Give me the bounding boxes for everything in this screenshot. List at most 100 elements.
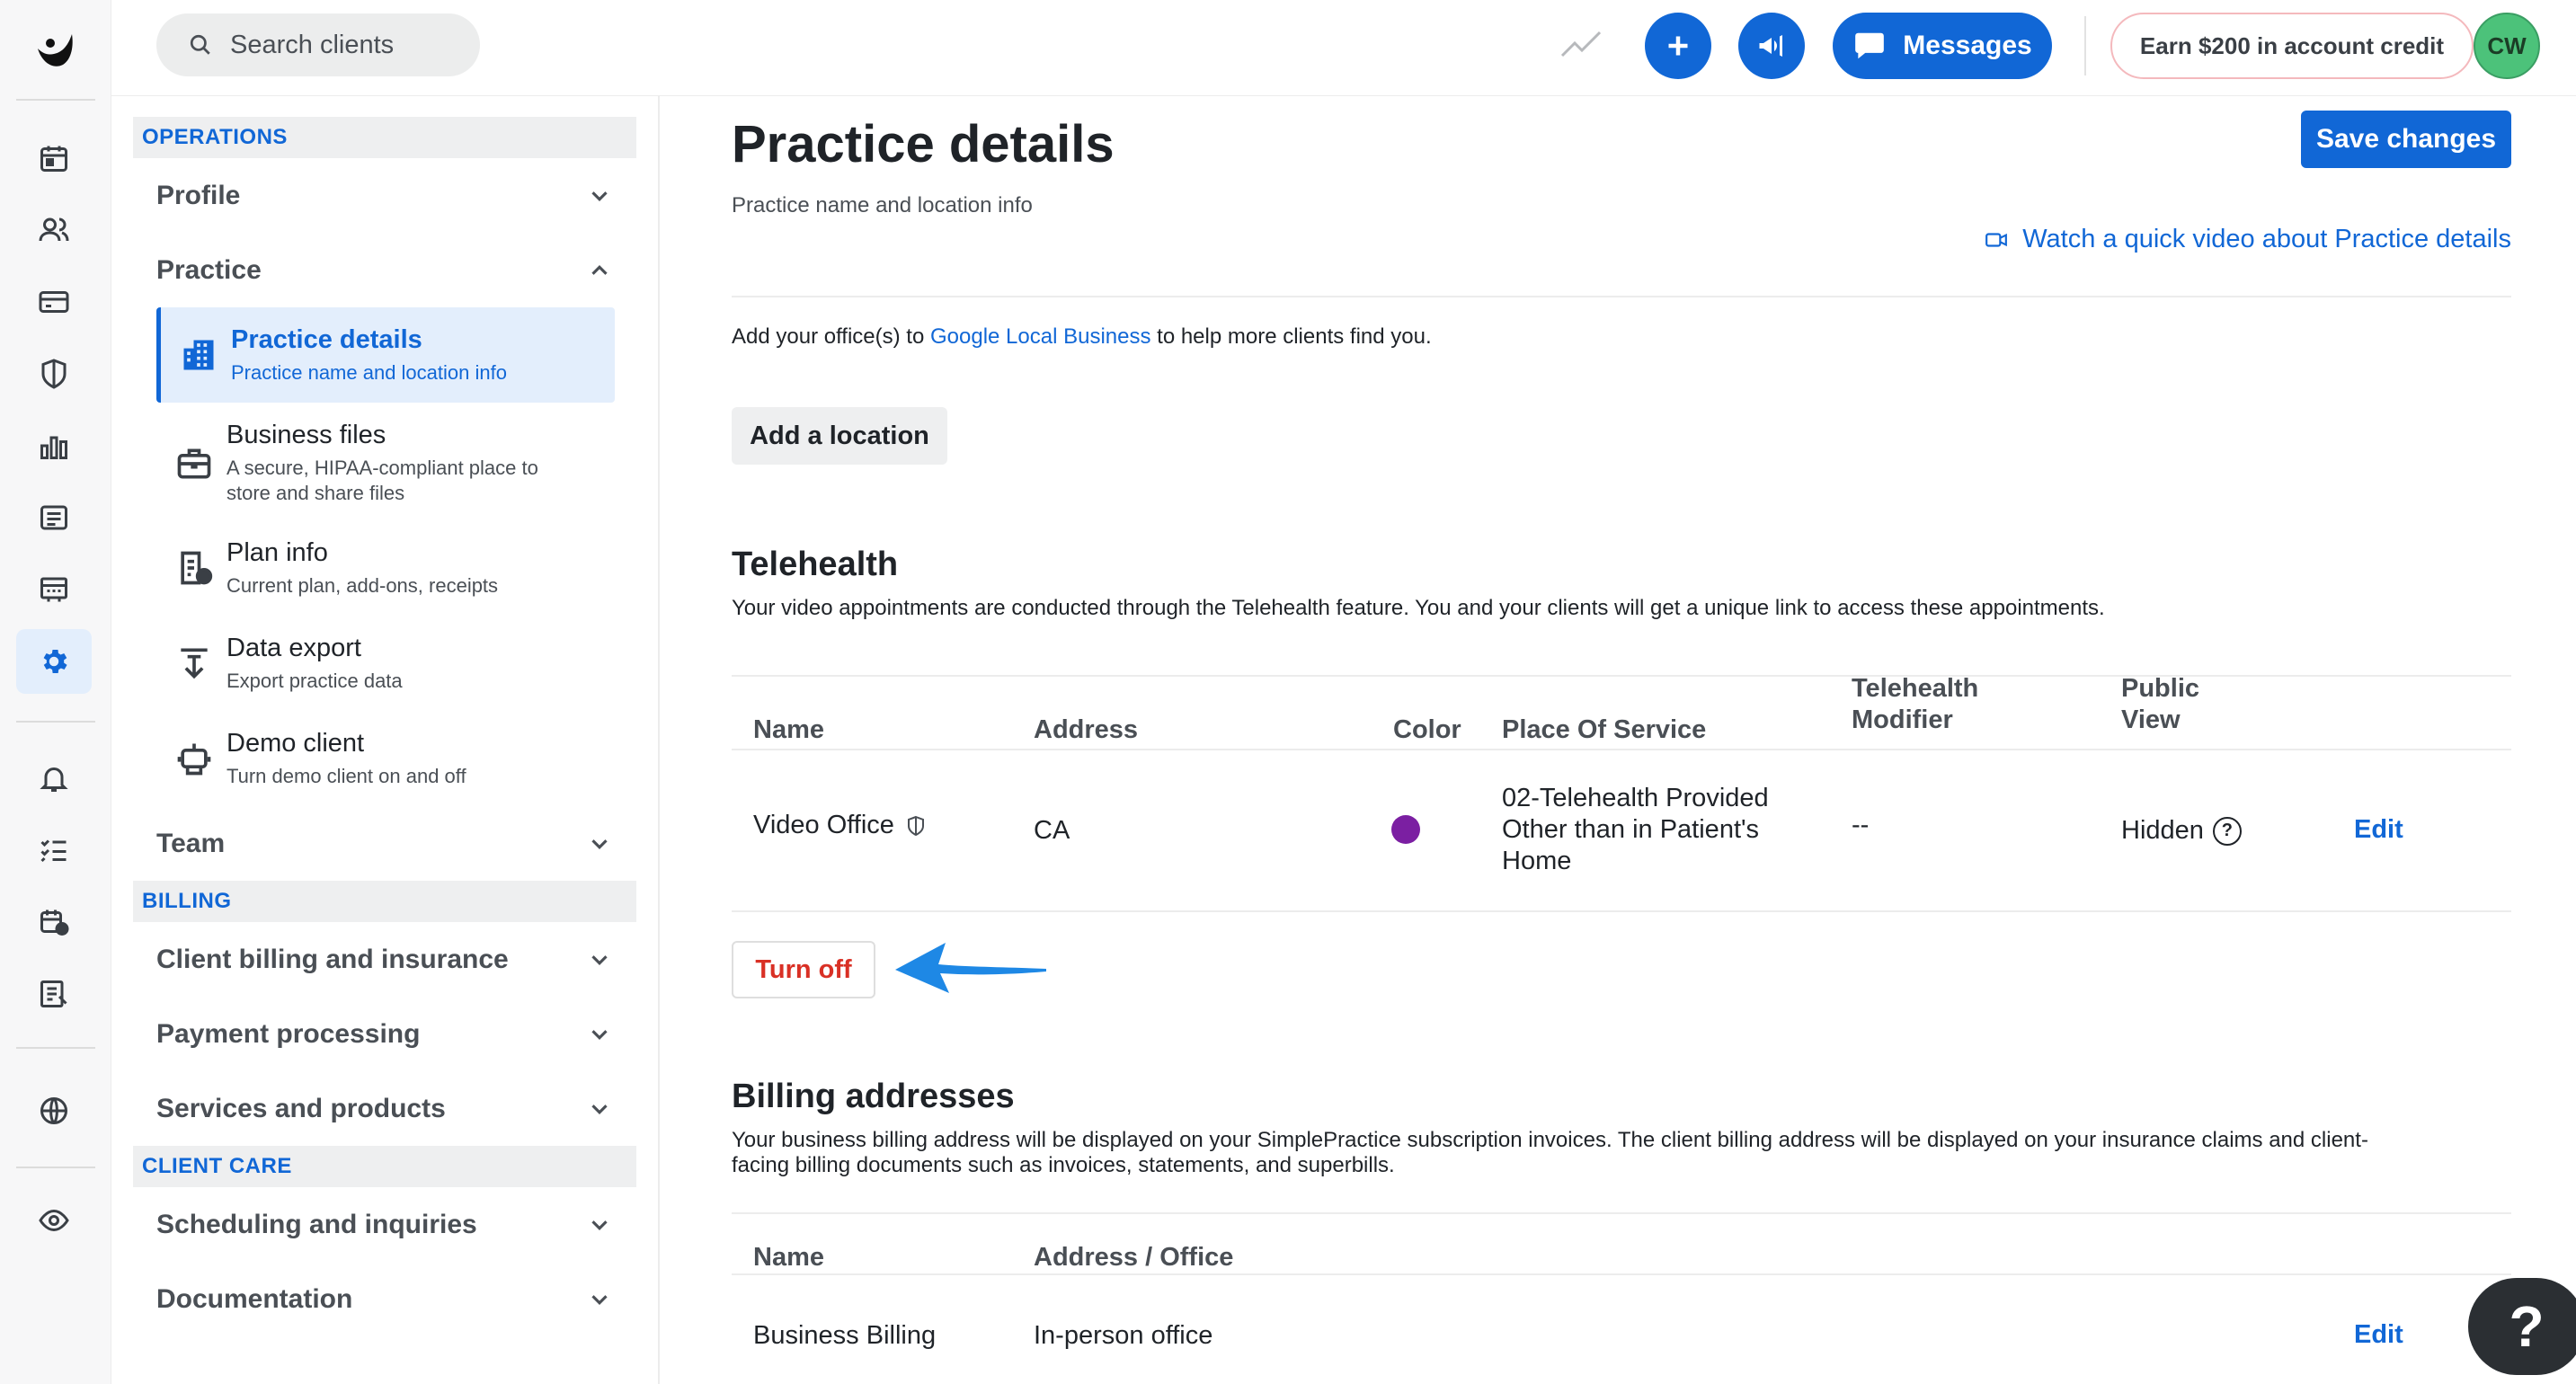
row-address: CA	[1034, 816, 1070, 845]
billing-title: Billing addresses	[732, 1078, 1015, 1115]
table-header-border	[732, 749, 2511, 750]
edit-telehealth-link[interactable]: Edit	[2354, 815, 2403, 845]
row-modifier: --	[1852, 811, 1870, 839]
tasks-checklist-icon[interactable]	[16, 818, 92, 883]
watch-video-link[interactable]: Watch a quick video about Practice detai…	[1985, 225, 2511, 254]
robot-icon	[177, 743, 211, 776]
requests-calendar-icon[interactable]	[16, 890, 92, 954]
nav-group-label: Client billing and insurance	[156, 944, 509, 974]
nav-item-desc: Export practice data	[227, 669, 403, 692]
briefcase-icon	[177, 448, 211, 478]
nav-item-title: Practice details	[231, 324, 422, 354]
create-new-button[interactable]	[1645, 13, 1711, 79]
icon-rail	[0, 0, 111, 1384]
chat-bubble-icon	[1855, 32, 1885, 59]
chevron-down-icon	[591, 838, 608, 849]
color-swatch	[1391, 815, 1420, 844]
video-camera-icon	[1985, 232, 2008, 247]
help-chat-button[interactable]: ?	[2468, 1278, 2576, 1375]
chevron-down-icon	[591, 954, 608, 965]
divider	[732, 296, 2511, 297]
nav-group-scheduling[interactable]: Scheduling and inquiries	[133, 1187, 636, 1262]
google-local-business-link[interactable]: Google Local Business	[930, 324, 1150, 349]
nav-group-client-billing[interactable]: Client billing and insurance	[133, 922, 636, 997]
telehealth-desc: Your video appointments are conducted th…	[732, 596, 2105, 620]
nav-group-label: Team	[156, 828, 226, 858]
notifications-bell-icon[interactable]	[16, 746, 92, 811]
building-icon	[183, 340, 214, 370]
row-name-cell: Video Office	[753, 810, 927, 841]
pointer-arrow-icon	[895, 943, 1046, 993]
announcements-button[interactable]	[1738, 13, 1805, 79]
google-local-text: Add your office(s) to Google Local Busin…	[732, 324, 1432, 350]
section-head-client-care: CLIENT CARE	[133, 1146, 636, 1187]
reports-icon[interactable]	[16, 962, 92, 1026]
marketplace-icon[interactable]	[16, 557, 92, 622]
chevron-down-icon	[591, 1220, 608, 1230]
page-title: Practice details	[732, 115, 1115, 173]
google-suffix: to help more clients find you.	[1150, 324, 1432, 349]
messages-button[interactable]: Messages	[1833, 13, 2052, 79]
nav-item-practice-details[interactable]: Practice details Practice name and locat…	[156, 307, 615, 403]
nav-group-services-products[interactable]: Services and products	[133, 1071, 636, 1146]
rail-divider	[16, 99, 95, 101]
topbar-divider	[2084, 16, 2086, 75]
globe-icon[interactable]	[16, 1078, 92, 1143]
list-icon[interactable]	[16, 485, 92, 550]
calendar-icon[interactable]	[16, 126, 92, 191]
nav-item-desc: A secure, HIPAA-compliant place to store…	[227, 457, 538, 504]
nav-item-plan-info[interactable]: Plan info Current plan, add-ons, receipt…	[156, 520, 615, 616]
trending-icon[interactable]	[1560, 25, 1603, 61]
section-head-operations: OPERATIONS	[133, 117, 636, 158]
search-placeholder: Search clients	[230, 30, 395, 59]
nav-group-team[interactable]: Team	[133, 806, 636, 881]
col-header-public-view: Public View	[2121, 673, 2199, 736]
eye-icon[interactable]	[16, 1188, 92, 1253]
nav-item-demo-client[interactable]: Demo client Turn demo client on and off	[156, 711, 615, 806]
save-changes-button[interactable]: Save changes	[2301, 111, 2511, 168]
user-avatar[interactable]: CW	[2474, 13, 2540, 79]
rail-divider	[16, 1047, 95, 1049]
billing-desc: Your business billing address will be di…	[732, 1128, 2493, 1178]
clients-icon[interactable]	[16, 198, 92, 262]
shield-icon	[907, 815, 924, 836]
table-header-border	[732, 1273, 2511, 1275]
nav-item-desc: Practice name and location info	[231, 360, 507, 384]
chevron-down-icon	[591, 1029, 608, 1040]
chevron-down-icon	[591, 1104, 608, 1114]
nav-group-documentation[interactable]: Documentation	[133, 1262, 636, 1336]
receipt-icon	[181, 551, 213, 585]
watch-video-label: Watch a quick video about Practice detai…	[2022, 225, 2511, 253]
billing-desc-line-1: Your business billing address will be di…	[732, 1128, 2368, 1152]
nav-item-business-files[interactable]: Business files A secure, HIPAA-compliant…	[156, 406, 615, 520]
nav-group-practice[interactable]: Practice	[133, 233, 636, 307]
col-header-color: Color	[1393, 715, 1461, 744]
nav-group-payment-processing[interactable]: Payment processing	[133, 997, 636, 1071]
nav-group-label: Documentation	[156, 1283, 353, 1314]
nav-group-label: Services and products	[156, 1093, 446, 1123]
pos-line-1: 02-Telehealth Provided	[1502, 784, 1769, 812]
page-subtitle: Practice name and location info	[732, 193, 1033, 217]
insurance-shield-icon[interactable]	[16, 342, 92, 406]
public-header-line-1: Public	[2121, 674, 2200, 703]
billing-card-icon[interactable]	[16, 270, 92, 334]
nav-group-label: Profile	[156, 180, 241, 210]
settings-gear-icon[interactable]	[16, 629, 92, 694]
simplepractice-logo[interactable]	[32, 29, 77, 74]
nav-item-data-export[interactable]: Data export Export practice data	[156, 616, 615, 711]
nav-group-label: Scheduling and inquiries	[156, 1209, 477, 1239]
plus-icon	[1668, 36, 1688, 56]
add-location-button[interactable]: Add a location	[732, 407, 947, 465]
modifier-header-line-2: Modifier	[1852, 705, 1953, 734]
earn-credit-button[interactable]: Earn $200 in account credit	[2110, 13, 2474, 79]
turn-off-button[interactable]: Turn off	[732, 941, 875, 998]
search-input[interactable]: Search clients	[156, 13, 480, 76]
nav-group-profile[interactable]: Profile	[133, 158, 636, 233]
help-question-icon[interactable]: ?	[2212, 816, 2242, 846]
modifier-header-line-1: Telehealth	[1852, 674, 1979, 703]
megaphone-icon	[1759, 35, 1782, 57]
edit-billing-link[interactable]: Edit	[2354, 1320, 2403, 1350]
analytics-icon[interactable]	[16, 413, 92, 478]
chevron-up-icon	[591, 264, 608, 275]
messages-label: Messages	[1903, 31, 2032, 60]
